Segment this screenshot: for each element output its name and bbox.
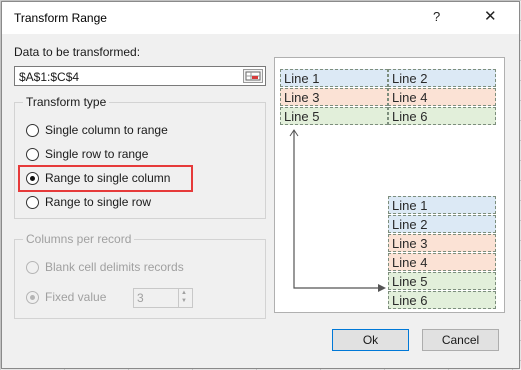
blank-cell-delimits-label[interactable]: Blank cell delimits records (45, 260, 184, 274)
radio-single-row-to-range[interactable] (26, 148, 39, 161)
chevron-up-icon[interactable]: ▲ (181, 290, 187, 296)
transform-preview: Line 1 Line 2 Line 3 Line 4 Line 5 Line … (274, 57, 505, 313)
transform-type-title: Transform type (23, 95, 110, 109)
title-bar: Transform Range ? ✕ (2, 2, 519, 34)
fixed-value-number: 3 (137, 291, 144, 305)
fixed-value-label[interactable]: Fixed value (45, 290, 106, 304)
transform-range-dialog: Transform Range ? ✕ Data to be transform… (1, 1, 520, 369)
close-icon[interactable]: ✕ (484, 7, 497, 25)
preview-result-cell: Line 5 (388, 272, 496, 290)
preview-result-cell: Line 2 (388, 215, 496, 233)
fixed-value-stepper[interactable]: 3 ▲ ▼ (133, 288, 193, 308)
help-button[interactable]: ? (433, 9, 440, 24)
cancel-button[interactable]: Cancel (422, 329, 499, 351)
preview-result-cell: Line 1 (388, 196, 496, 214)
radio-blank-cell-delimits[interactable] (26, 261, 39, 274)
radio-fixed-value[interactable] (26, 291, 39, 304)
preview-result-cell: Line 3 (388, 234, 496, 252)
stepper-buttons[interactable]: ▲ ▼ (178, 289, 193, 307)
option-single-column-to-range-label[interactable]: Single column to range (45, 123, 168, 137)
selected-option-highlight (18, 165, 193, 192)
ok-button[interactable]: Ok (332, 329, 409, 351)
option-single-row-to-range-label[interactable]: Single row to range (45, 147, 148, 161)
range-selector-icon[interactable] (243, 69, 263, 83)
option-range-to-single-row-label[interactable]: Range to single row (45, 195, 151, 209)
columns-per-record-title: Columns per record (23, 232, 135, 246)
range-value: $A$1:$C$4 (19, 70, 80, 84)
data-to-transform-label: Data to be transformed: (14, 45, 141, 59)
dialog-title: Transform Range (14, 11, 107, 25)
preview-result-cell: Line 6 (388, 291, 496, 309)
preview-result-cell: Line 4 (388, 253, 496, 271)
chevron-down-icon[interactable]: ▼ (181, 298, 187, 304)
range-input[interactable]: $A$1:$C$4 (14, 66, 266, 86)
radio-range-to-single-row[interactable] (26, 196, 39, 209)
radio-single-column-to-range[interactable] (26, 124, 39, 137)
